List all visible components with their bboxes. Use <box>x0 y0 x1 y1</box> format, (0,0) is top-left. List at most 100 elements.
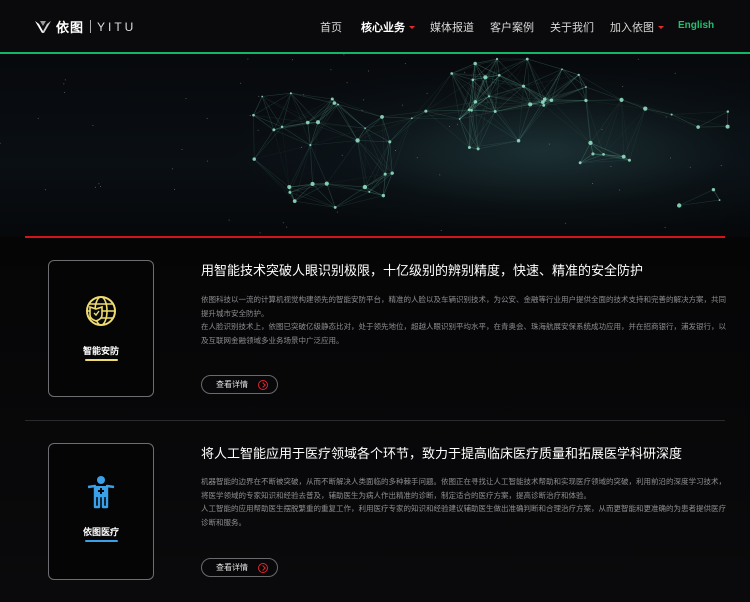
nav-cases[interactable]: 客户案例 <box>490 19 534 35</box>
network-link <box>585 100 594 154</box>
network-link <box>326 140 358 184</box>
network-node <box>473 61 477 66</box>
star-dot <box>637 58 639 60</box>
network-link <box>290 93 311 146</box>
section-divider <box>25 420 725 421</box>
star-dot <box>439 174 441 176</box>
star-dot <box>416 157 418 159</box>
network-node <box>388 140 392 144</box>
network-node <box>292 199 297 204</box>
card-accent-bar <box>85 540 118 542</box>
service-card-security[interactable]: 智能安防 <box>48 260 154 397</box>
network-node <box>726 110 730 113</box>
star-dot <box>282 222 284 224</box>
view-details-button[interactable]: 查看详情 <box>201 375 278 394</box>
network-link <box>273 129 311 146</box>
nav-home-label: 首页 <box>320 21 342 34</box>
nav-media[interactable]: 媒体报道 <box>430 19 474 35</box>
hero-banner <box>0 54 750 237</box>
chevron-down-icon <box>658 26 664 29</box>
main-nav: 首页 核心业务 媒体报道 客户案例 关于我们 加入依图 English <box>0 19 750 35</box>
star-dot <box>402 104 404 106</box>
network-link <box>623 108 646 157</box>
network-node <box>495 57 499 61</box>
star-dot <box>368 70 369 72</box>
star-dot <box>343 54 345 56</box>
star-dot <box>622 86 624 88</box>
star-dot <box>240 82 242 84</box>
network-link <box>253 115 255 160</box>
network-node <box>280 125 284 129</box>
nav-home[interactable]: 首页 <box>320 19 342 35</box>
network-node <box>362 184 368 190</box>
network-node <box>627 158 631 162</box>
network-link <box>357 140 384 196</box>
network-link <box>425 73 452 112</box>
network-node <box>289 92 292 95</box>
nav-join-label: 加入依图 <box>610 21 654 34</box>
star-dot <box>330 69 332 71</box>
network-node <box>252 113 255 117</box>
network-node <box>355 138 360 143</box>
network-node <box>621 154 626 159</box>
star-dot <box>426 92 428 94</box>
service-card-medical[interactable]: 依图医疗 <box>48 443 154 580</box>
network-node <box>577 73 580 77</box>
network-node <box>471 78 475 82</box>
star-dot <box>664 227 666 228</box>
network-node <box>272 128 276 132</box>
network-node <box>252 157 256 161</box>
star-dot <box>171 168 173 170</box>
network-node <box>410 117 413 120</box>
network-link <box>671 111 728 115</box>
star-dot <box>0 142 1 144</box>
star-dot <box>665 116 667 118</box>
network-node <box>324 181 329 186</box>
network-link <box>543 105 591 144</box>
network-link <box>281 126 311 146</box>
nav-media-label: 媒体报道 <box>430 21 474 34</box>
nav-about[interactable]: 关于我们 <box>550 19 594 35</box>
network-node <box>549 98 554 102</box>
network-link <box>523 58 528 87</box>
network-link <box>475 58 528 64</box>
nav-english-label: English <box>678 20 715 31</box>
network-link <box>381 110 426 118</box>
star-dot <box>185 98 187 100</box>
network-link <box>364 128 386 175</box>
star-dot <box>249 114 251 116</box>
network-node <box>585 86 587 88</box>
network-link <box>425 79 473 112</box>
nav-join[interactable]: 加入依图 <box>610 19 664 35</box>
section-description: 依图科技以一流的计算机视觉构建领先的智能安防平台，精准的人脸以及车辆识别技术，为… <box>201 293 726 347</box>
network-node <box>368 190 371 193</box>
star-dot <box>395 150 396 151</box>
star-dot <box>548 143 550 145</box>
network-link <box>357 140 370 192</box>
star-dot <box>259 232 261 234</box>
network-node <box>718 199 721 201</box>
network-link <box>294 200 336 208</box>
star-dot <box>37 117 39 119</box>
network-link <box>585 100 646 109</box>
section-description: 机器智能的边界在不断被突破，从而不断解决人类面临的多种棘手问题。依图正在寻找让人… <box>201 475 726 529</box>
description-paragraph: 依图科技以一流的计算机视觉构建领先的智能安防平台，精准的人脸以及车辆识别技术，为… <box>201 295 726 318</box>
network-node <box>332 101 337 105</box>
network-node <box>310 181 315 186</box>
nav-core-business[interactable]: 核心业务 <box>361 19 415 35</box>
network-link <box>629 108 646 161</box>
network-link <box>478 140 519 150</box>
nav-english[interactable]: English <box>678 20 714 31</box>
star-dot <box>720 165 722 166</box>
network-link <box>254 158 291 193</box>
network-node <box>450 72 454 75</box>
star-dot <box>181 149 183 150</box>
section-title: 用智能技术突破人眼识别极限，十亿级别的辨别精度，快速、精准的安全防护 <box>201 264 644 279</box>
star-dot <box>292 59 293 61</box>
arrow-right-icon <box>258 563 268 573</box>
star-dot <box>94 186 96 188</box>
network-link <box>526 58 545 100</box>
view-details-button[interactable]: 查看详情 <box>201 558 278 577</box>
star-dot <box>174 188 176 190</box>
star-dot <box>247 58 249 60</box>
